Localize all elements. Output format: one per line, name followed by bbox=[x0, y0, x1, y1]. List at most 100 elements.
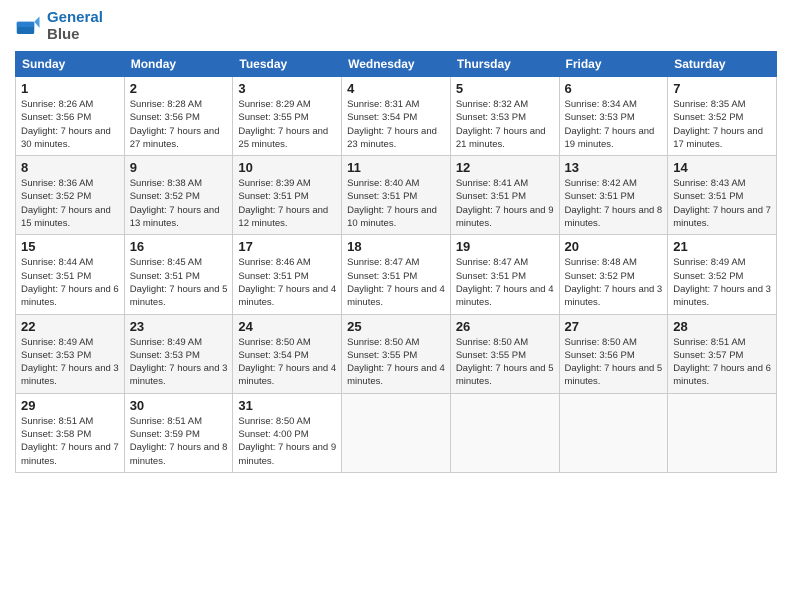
day-number: 2 bbox=[130, 81, 228, 96]
day-info: Sunrise: 8:47 AM Sunset: 3:51 PM Dayligh… bbox=[347, 256, 445, 309]
day-cell: 22 Sunrise: 8:49 AM Sunset: 3:53 PM Dayl… bbox=[16, 314, 125, 393]
day-number: 1 bbox=[21, 81, 119, 96]
day-number: 17 bbox=[238, 239, 336, 254]
day-info: Sunrise: 8:51 AM Sunset: 3:58 PM Dayligh… bbox=[21, 415, 119, 468]
day-info: Sunrise: 8:50 AM Sunset: 3:54 PM Dayligh… bbox=[238, 336, 336, 389]
header: General Blue bbox=[15, 10, 777, 43]
week-row-2: 8 Sunrise: 8:36 AM Sunset: 3:52 PM Dayli… bbox=[16, 156, 777, 235]
day-number: 7 bbox=[673, 81, 771, 96]
day-info: Sunrise: 8:34 AM Sunset: 3:53 PM Dayligh… bbox=[565, 98, 663, 151]
day-number: 30 bbox=[130, 398, 228, 413]
day-cell: 26 Sunrise: 8:50 AM Sunset: 3:55 PM Dayl… bbox=[450, 314, 559, 393]
calendar-header-row: SundayMondayTuesdayWednesdayThursdayFrid… bbox=[16, 52, 777, 77]
day-info: Sunrise: 8:46 AM Sunset: 3:51 PM Dayligh… bbox=[238, 256, 336, 309]
day-number: 20 bbox=[565, 239, 663, 254]
day-info: Sunrise: 8:36 AM Sunset: 3:52 PM Dayligh… bbox=[21, 177, 119, 230]
logo: General Blue bbox=[15, 10, 103, 43]
day-cell: 4 Sunrise: 8:31 AM Sunset: 3:54 PM Dayli… bbox=[342, 77, 451, 156]
day-info: Sunrise: 8:35 AM Sunset: 3:52 PM Dayligh… bbox=[673, 98, 771, 151]
day-cell: 10 Sunrise: 8:39 AM Sunset: 3:51 PM Dayl… bbox=[233, 156, 342, 235]
day-cell: 1 Sunrise: 8:26 AM Sunset: 3:56 PM Dayli… bbox=[16, 77, 125, 156]
day-number: 23 bbox=[130, 319, 228, 334]
day-info: Sunrise: 8:44 AM Sunset: 3:51 PM Dayligh… bbox=[21, 256, 119, 309]
day-info: Sunrise: 8:50 AM Sunset: 3:56 PM Dayligh… bbox=[565, 336, 663, 389]
day-info: Sunrise: 8:43 AM Sunset: 3:51 PM Dayligh… bbox=[673, 177, 771, 230]
header-friday: Friday bbox=[559, 52, 668, 77]
day-info: Sunrise: 8:49 AM Sunset: 3:53 PM Dayligh… bbox=[130, 336, 228, 389]
day-cell: 13 Sunrise: 8:42 AM Sunset: 3:51 PM Dayl… bbox=[559, 156, 668, 235]
day-cell bbox=[342, 393, 451, 472]
day-cell: 23 Sunrise: 8:49 AM Sunset: 3:53 PM Dayl… bbox=[124, 314, 233, 393]
header-saturday: Saturday bbox=[668, 52, 777, 77]
day-cell: 20 Sunrise: 8:48 AM Sunset: 3:52 PM Dayl… bbox=[559, 235, 668, 314]
day-number: 4 bbox=[347, 81, 445, 96]
day-cell: 24 Sunrise: 8:50 AM Sunset: 3:54 PM Dayl… bbox=[233, 314, 342, 393]
header-wednesday: Wednesday bbox=[342, 52, 451, 77]
day-cell: 19 Sunrise: 8:47 AM Sunset: 3:51 PM Dayl… bbox=[450, 235, 559, 314]
day-number: 13 bbox=[565, 160, 663, 175]
day-cell: 14 Sunrise: 8:43 AM Sunset: 3:51 PM Dayl… bbox=[668, 156, 777, 235]
day-cell: 18 Sunrise: 8:47 AM Sunset: 3:51 PM Dayl… bbox=[342, 235, 451, 314]
day-info: Sunrise: 8:49 AM Sunset: 3:52 PM Dayligh… bbox=[673, 256, 771, 309]
day-cell: 2 Sunrise: 8:28 AM Sunset: 3:56 PM Dayli… bbox=[124, 77, 233, 156]
day-cell: 5 Sunrise: 8:32 AM Sunset: 3:53 PM Dayli… bbox=[450, 77, 559, 156]
day-info: Sunrise: 8:50 AM Sunset: 3:55 PM Dayligh… bbox=[347, 336, 445, 389]
week-row-1: 1 Sunrise: 8:26 AM Sunset: 3:56 PM Dayli… bbox=[16, 77, 777, 156]
day-info: Sunrise: 8:49 AM Sunset: 3:53 PM Dayligh… bbox=[21, 336, 119, 389]
day-number: 25 bbox=[347, 319, 445, 334]
day-number: 18 bbox=[347, 239, 445, 254]
day-info: Sunrise: 8:45 AM Sunset: 3:51 PM Dayligh… bbox=[130, 256, 228, 309]
day-info: Sunrise: 8:51 AM Sunset: 3:57 PM Dayligh… bbox=[673, 336, 771, 389]
logo-icon bbox=[15, 13, 43, 41]
week-row-3: 15 Sunrise: 8:44 AM Sunset: 3:51 PM Dayl… bbox=[16, 235, 777, 314]
day-cell bbox=[559, 393, 668, 472]
day-number: 8 bbox=[21, 160, 119, 175]
day-number: 26 bbox=[456, 319, 554, 334]
day-cell bbox=[668, 393, 777, 472]
day-cell: 27 Sunrise: 8:50 AM Sunset: 3:56 PM Dayl… bbox=[559, 314, 668, 393]
day-number: 5 bbox=[456, 81, 554, 96]
day-number: 11 bbox=[347, 160, 445, 175]
calendar-page: General Blue SundayMondayTuesdayWednesda… bbox=[0, 0, 792, 612]
day-info: Sunrise: 8:41 AM Sunset: 3:51 PM Dayligh… bbox=[456, 177, 554, 230]
day-cell: 17 Sunrise: 8:46 AM Sunset: 3:51 PM Dayl… bbox=[233, 235, 342, 314]
day-cell: 29 Sunrise: 8:51 AM Sunset: 3:58 PM Dayl… bbox=[16, 393, 125, 472]
week-row-5: 29 Sunrise: 8:51 AM Sunset: 3:58 PM Dayl… bbox=[16, 393, 777, 472]
day-info: Sunrise: 8:28 AM Sunset: 3:56 PM Dayligh… bbox=[130, 98, 228, 151]
day-number: 31 bbox=[238, 398, 336, 413]
day-cell: 15 Sunrise: 8:44 AM Sunset: 3:51 PM Dayl… bbox=[16, 235, 125, 314]
day-number: 22 bbox=[21, 319, 119, 334]
day-info: Sunrise: 8:48 AM Sunset: 3:52 PM Dayligh… bbox=[565, 256, 663, 309]
day-cell: 16 Sunrise: 8:45 AM Sunset: 3:51 PM Dayl… bbox=[124, 235, 233, 314]
day-info: Sunrise: 8:38 AM Sunset: 3:52 PM Dayligh… bbox=[130, 177, 228, 230]
day-info: Sunrise: 8:40 AM Sunset: 3:51 PM Dayligh… bbox=[347, 177, 445, 230]
day-number: 15 bbox=[21, 239, 119, 254]
day-number: 16 bbox=[130, 239, 228, 254]
day-cell: 12 Sunrise: 8:41 AM Sunset: 3:51 PM Dayl… bbox=[450, 156, 559, 235]
day-cell: 31 Sunrise: 8:50 AM Sunset: 4:00 PM Dayl… bbox=[233, 393, 342, 472]
day-info: Sunrise: 8:51 AM Sunset: 3:59 PM Dayligh… bbox=[130, 415, 228, 468]
week-row-4: 22 Sunrise: 8:49 AM Sunset: 3:53 PM Dayl… bbox=[16, 314, 777, 393]
day-number: 6 bbox=[565, 81, 663, 96]
day-number: 19 bbox=[456, 239, 554, 254]
header-sunday: Sunday bbox=[16, 52, 125, 77]
day-info: Sunrise: 8:50 AM Sunset: 4:00 PM Dayligh… bbox=[238, 415, 336, 468]
day-cell: 21 Sunrise: 8:49 AM Sunset: 3:52 PM Dayl… bbox=[668, 235, 777, 314]
day-number: 10 bbox=[238, 160, 336, 175]
day-cell: 25 Sunrise: 8:50 AM Sunset: 3:55 PM Dayl… bbox=[342, 314, 451, 393]
day-number: 29 bbox=[21, 398, 119, 413]
day-number: 21 bbox=[673, 239, 771, 254]
day-cell: 3 Sunrise: 8:29 AM Sunset: 3:55 PM Dayli… bbox=[233, 77, 342, 156]
day-number: 12 bbox=[456, 160, 554, 175]
day-number: 9 bbox=[130, 160, 228, 175]
day-cell: 28 Sunrise: 8:51 AM Sunset: 3:57 PM Dayl… bbox=[668, 314, 777, 393]
day-info: Sunrise: 8:39 AM Sunset: 3:51 PM Dayligh… bbox=[238, 177, 336, 230]
day-info: Sunrise: 8:32 AM Sunset: 3:53 PM Dayligh… bbox=[456, 98, 554, 151]
header-thursday: Thursday bbox=[450, 52, 559, 77]
day-number: 3 bbox=[238, 81, 336, 96]
day-info: Sunrise: 8:50 AM Sunset: 3:55 PM Dayligh… bbox=[456, 336, 554, 389]
day-number: 28 bbox=[673, 319, 771, 334]
day-info: Sunrise: 8:26 AM Sunset: 3:56 PM Dayligh… bbox=[21, 98, 119, 151]
day-cell: 11 Sunrise: 8:40 AM Sunset: 3:51 PM Dayl… bbox=[342, 156, 451, 235]
day-cell: 30 Sunrise: 8:51 AM Sunset: 3:59 PM Dayl… bbox=[124, 393, 233, 472]
